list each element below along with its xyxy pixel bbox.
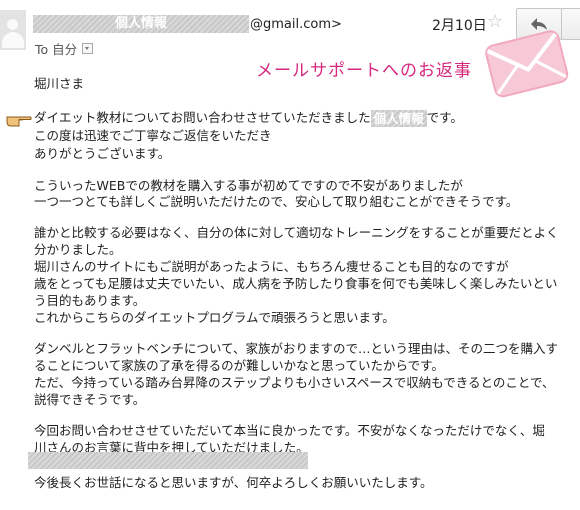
recipient-label: To 自分 xyxy=(35,42,78,57)
sender-email-domain: @gmail.com> xyxy=(250,16,342,32)
paragraph-4-line-2: ることについて家族の了承を得るのが難しいかなと思っていたからです。 xyxy=(34,358,444,373)
avatar xyxy=(0,10,26,50)
pointing-hand-icon xyxy=(6,116,32,127)
paragraph-3-line-4: 歳をとっても足腰は丈夫でいたい、成人病を予防したり食事を何でも美味しく楽しみたい… xyxy=(34,276,558,291)
envelope-icon xyxy=(485,30,569,98)
paragraph-3-line-1: 誰かと比較する必要はなく、自分の体に対して適切なトレーニングをすることが重要だと… xyxy=(34,225,559,240)
greeting: 堀川さま xyxy=(34,76,85,91)
paragraph-2-line-2: 一つ一つとても詳しくご説明いただけたので、安心して取り組むことができそうです。 xyxy=(34,194,519,209)
paragraph-3-line-3: 堀川さんのサイトにもご説明があったように、もちろん痩せることも目的なのですが xyxy=(34,259,509,274)
avatar-body xyxy=(2,32,24,48)
paragraph-3-line-6: これからこちらのダイエットプログラムで頑張ろうと思います。 xyxy=(34,310,395,325)
paragraph-4-line-4: 説得できそうです。 xyxy=(34,392,146,407)
paragraph-4-line-3: ただ、今持っている踏み台昇降のステップよりも小さいスペースで収納もできるとのこと… xyxy=(34,375,555,390)
paragraph-3-line-2: 分かりました。 xyxy=(34,242,122,257)
p1-text-before: ダイエット教材についてお問い合わせさせていただきました xyxy=(34,110,371,125)
paragraph-1-line-3: ありがとうございます。 xyxy=(34,146,171,161)
avatar-head xyxy=(7,19,18,30)
paragraph-1-line-1: ダイエット教材についてお問い合わせさせていただきました 個人情報 です。 xyxy=(34,110,463,127)
redacted-signature-block xyxy=(28,452,308,469)
paragraph-4-line-1: ダンベルとフラットベンチについて、家族がおりますので…という理由は、その二つを購… xyxy=(34,341,559,356)
paragraph-5-line-1: 今回お問い合わせさせていただいて本当に良かったです。不安がなくなっただけでなく、… xyxy=(34,423,545,438)
paragraph-1-line-2: この度は迅速でご丁寧なご返信をいただき xyxy=(34,128,272,143)
sender-row: 個人情報 @gmail.com> xyxy=(33,14,342,34)
chevron-down-icon[interactable] xyxy=(82,43,94,54)
recipient-row[interactable]: To 自分 xyxy=(35,39,94,58)
paragraph-6-line-1: 今後長くお世話になると思いますが、何卒よろしくお願いいたします。 xyxy=(34,475,433,490)
sender-name-redacted: 個人情報 xyxy=(33,15,249,33)
inline-redacted-name: 個人情報 xyxy=(370,110,427,127)
paragraph-2-line-1: こういったWEBでの教材を購入する事が初めてですので不安がありましたが xyxy=(34,178,463,193)
p1-text-after: です。 xyxy=(426,110,463,125)
paragraph-3-line-5: う目的もあります。 xyxy=(34,293,146,308)
support-reply-banner: メールサポートへのお返事 xyxy=(256,61,472,81)
